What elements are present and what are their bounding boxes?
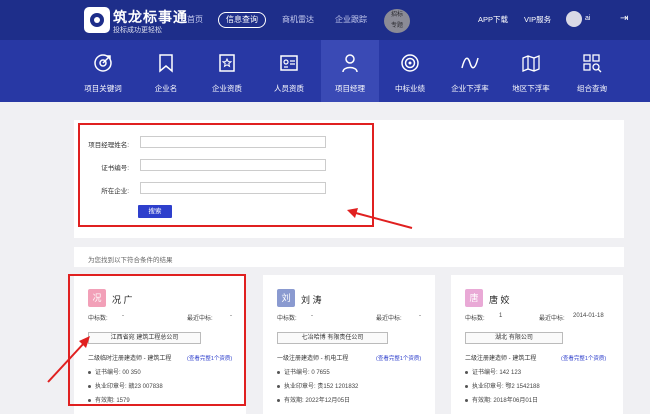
- arrow-to-search-form: [351, 211, 413, 229]
- arrow-to-result-card: [47, 341, 86, 383]
- arrow-head-search: [347, 208, 358, 218]
- annotation-arrows: [47, 208, 413, 383]
